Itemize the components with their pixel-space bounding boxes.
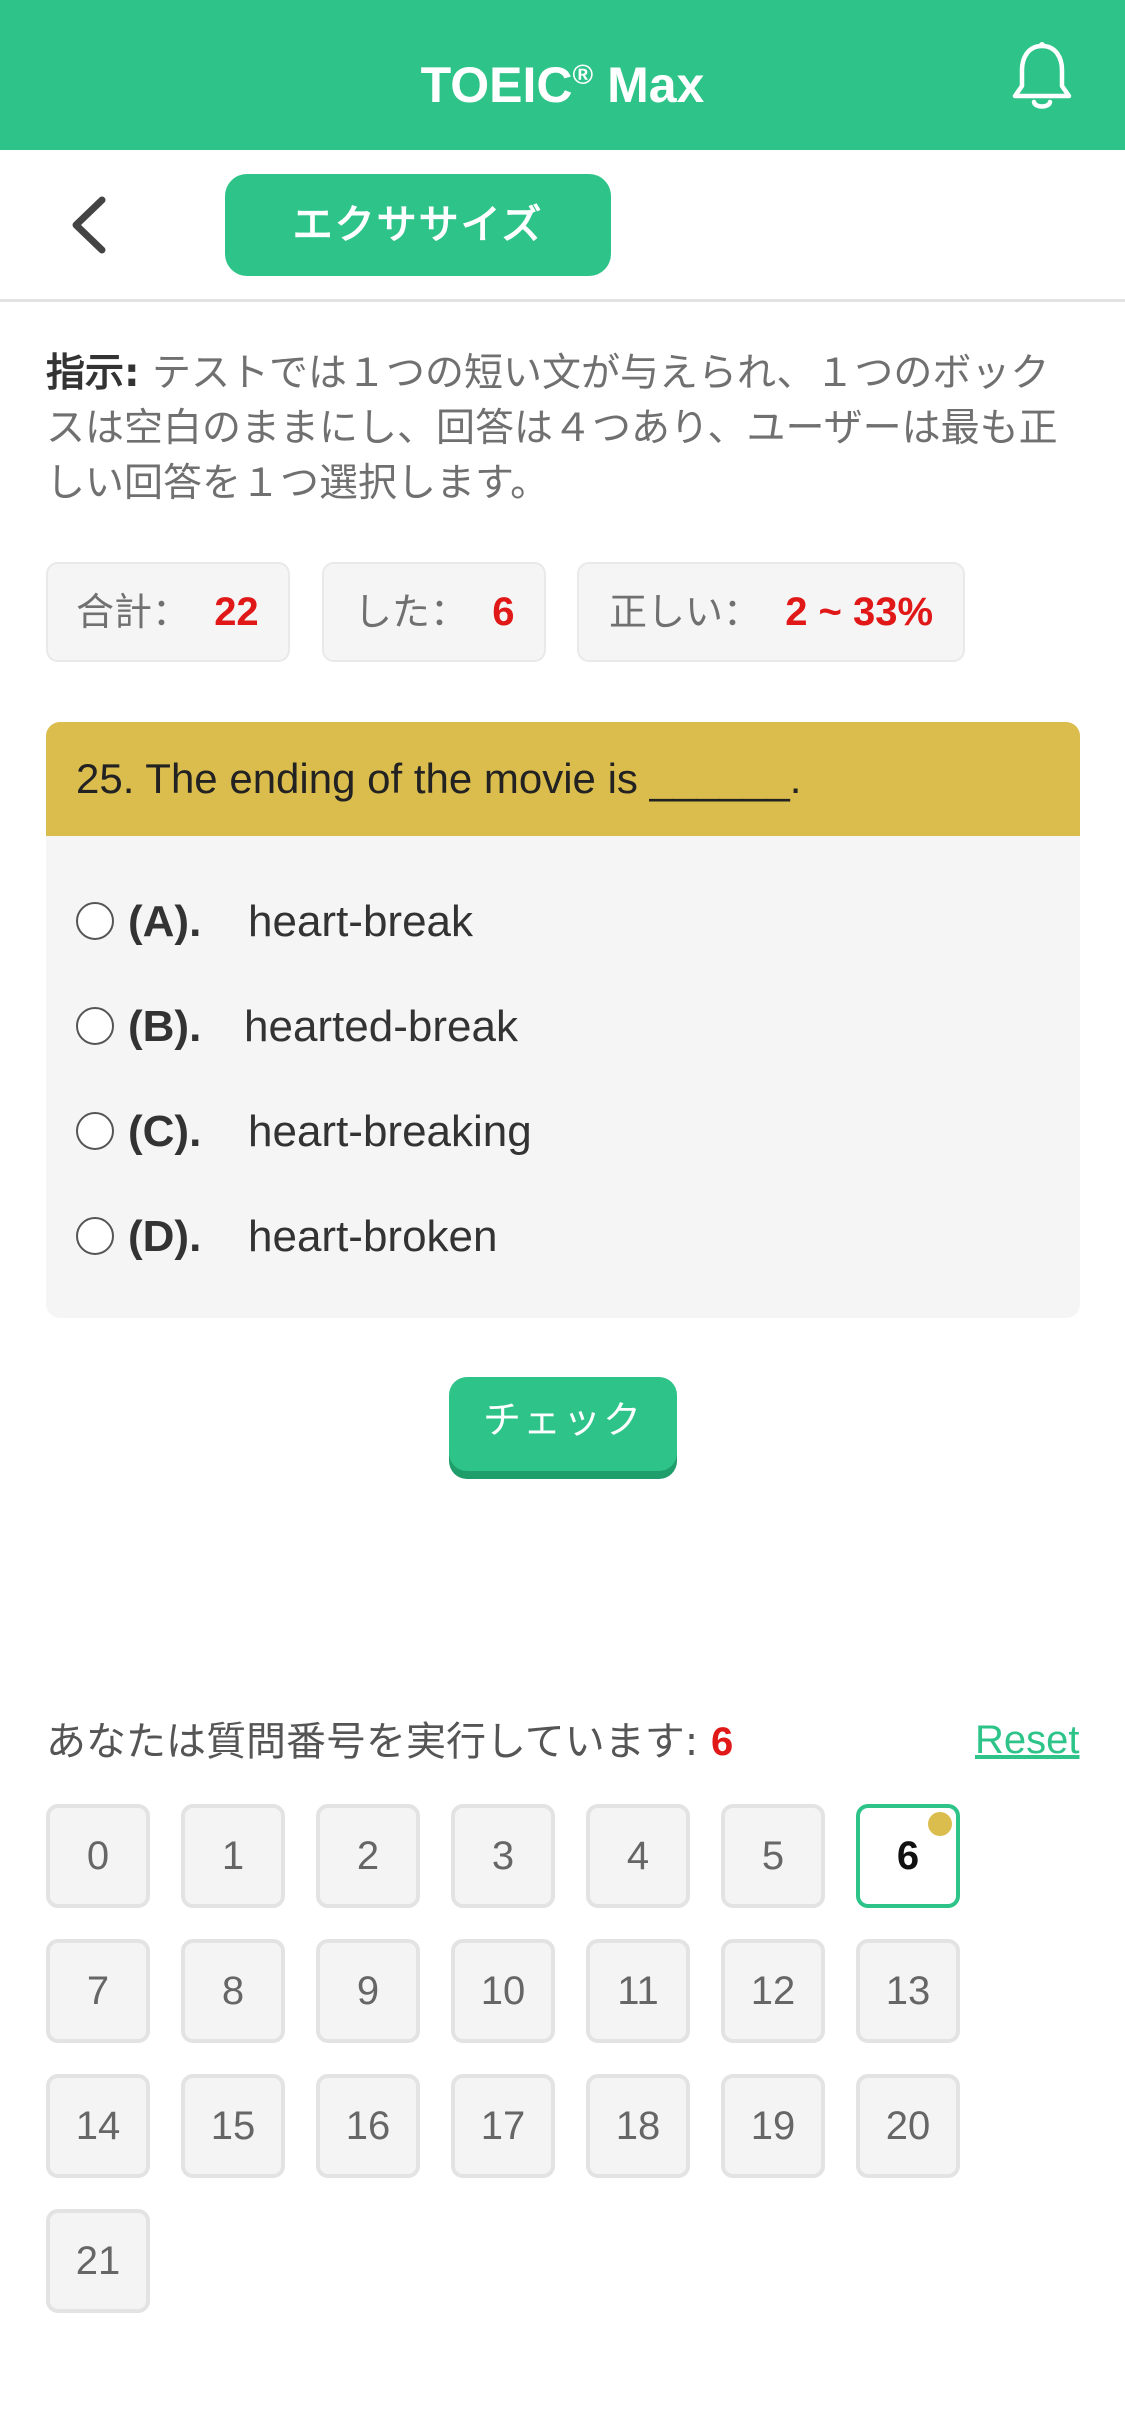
question-number-21[interactable]: 21: [46, 2209, 150, 2313]
option-d[interactable]: (D). heart-broken: [76, 1197, 1056, 1277]
chevron-left-icon[interactable]: [60, 190, 120, 260]
instruction-label: 指示:: [46, 351, 140, 396]
question-number-12[interactable]: 12: [721, 1939, 825, 2043]
bell-icon[interactable]: [1010, 40, 1074, 112]
question-number-1[interactable]: 1: [181, 1804, 285, 1908]
exercise-tab[interactable]: エクササイズ: [225, 174, 611, 276]
app-header: TOEIC® Max: [0, 0, 1125, 150]
question-number-18[interactable]: 18: [586, 2074, 690, 2178]
instruction-text: 指示: テストでは１つの短い文が与えられ、１つのボックスは空白のままにし、回答は…: [46, 346, 1076, 511]
question-number-0[interactable]: 0: [46, 1804, 150, 1908]
question-text: 25. The ending of the movie is ______.: [46, 722, 1080, 836]
option-a[interactable]: (A). heart-break: [76, 882, 1056, 962]
radio-icon[interactable]: [76, 1112, 114, 1150]
question-number-5[interactable]: 5: [721, 1804, 825, 1908]
current-marker-dot: [928, 1812, 952, 1836]
question-number-3[interactable]: 3: [451, 1804, 555, 1908]
question-number-20[interactable]: 20: [856, 2074, 960, 2178]
progress-text: あなたは質問番号を実行しています: 6: [46, 1719, 734, 1765]
sub-navigation-bar: エクササイズ: [0, 150, 1125, 302]
question-number-19[interactable]: 19: [721, 2074, 825, 2178]
question-number-10[interactable]: 10: [451, 1939, 555, 2043]
question-number-16[interactable]: 16: [316, 2074, 420, 2178]
question-number-13[interactable]: 13: [856, 1939, 960, 2043]
app-title: TOEIC® Max: [420, 57, 705, 113]
question-number-11[interactable]: 11: [586, 1939, 690, 2043]
stat-correct-value: 2 ~ 33%: [785, 590, 934, 634]
radio-icon[interactable]: [76, 1217, 114, 1255]
question-number-2[interactable]: 2: [316, 1804, 420, 1908]
option-c[interactable]: (C). heart-breaking: [76, 1092, 1056, 1172]
radio-icon[interactable]: [76, 902, 114, 940]
question-number-15[interactable]: 15: [181, 2074, 285, 2178]
stat-total: 合計： 22: [46, 562, 290, 662]
check-button[interactable]: チェック: [449, 1377, 677, 1471]
stat-done: した： 6: [322, 562, 546, 662]
question-number-8[interactable]: 8: [181, 1939, 285, 2043]
option-b[interactable]: (B). hearted-break: [76, 987, 1056, 1067]
reset-link[interactable]: Reset: [975, 1712, 1080, 1768]
question-number-6[interactable]: 6: [856, 1804, 960, 1908]
question-number-17[interactable]: 17: [451, 2074, 555, 2178]
instruction-body: テストでは１つの短い文が与えられ、１つのボックスは空白のままにし、回答は４つあり…: [46, 351, 1058, 506]
question-number-4[interactable]: 4: [586, 1804, 690, 1908]
question-number-7[interactable]: 7: [46, 1939, 150, 2043]
stat-done-value: 6: [492, 590, 515, 634]
question-number-14[interactable]: 14: [46, 2074, 150, 2178]
current-question-number: 6: [711, 1720, 734, 1764]
question-card: 25. The ending of the movie is ______. (…: [46, 722, 1080, 1318]
stat-correct: 正しい： 2 ~ 33%: [577, 562, 965, 662]
stat-total-value: 22: [214, 590, 259, 634]
radio-icon[interactable]: [76, 1007, 114, 1045]
question-number-9[interactable]: 9: [316, 1939, 420, 2043]
